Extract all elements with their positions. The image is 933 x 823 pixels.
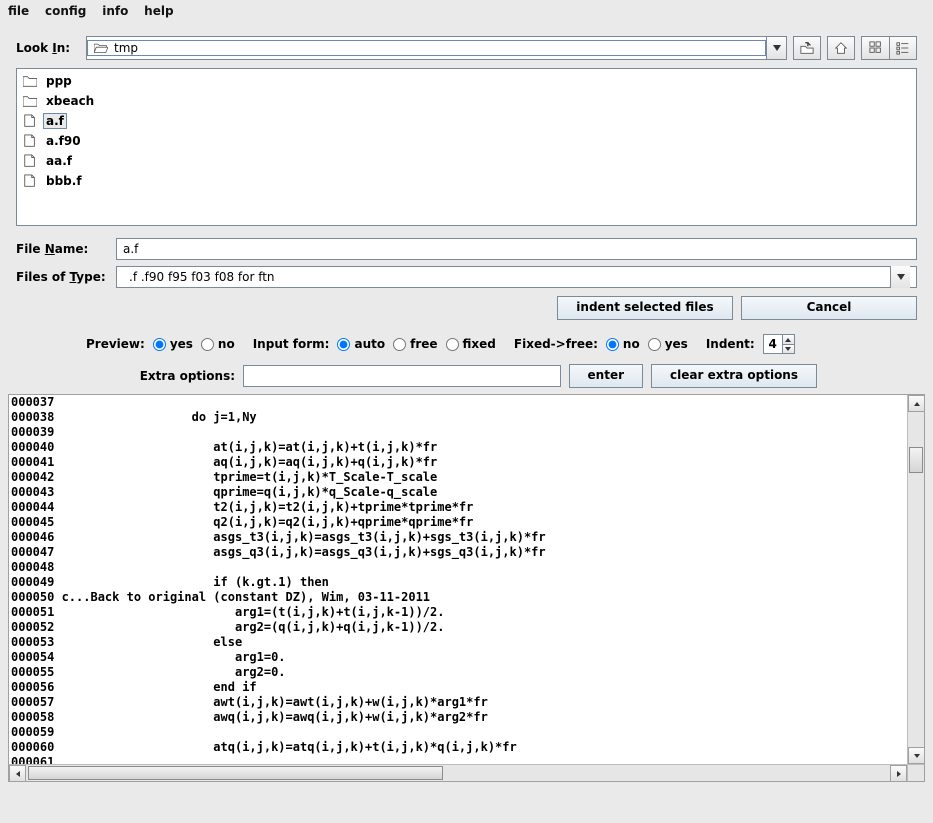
chevron-down-icon: [785, 347, 791, 351]
scroll-up-button[interactable]: [908, 395, 925, 412]
file-item[interactable]: bbb.f: [19, 171, 914, 191]
filetype-value: .f .f90 f95 f03 f08 for ftn: [123, 270, 890, 284]
folder-open-icon: [94, 41, 108, 55]
preview-no-radio[interactable]: no: [201, 337, 235, 351]
inputform-label: Input form:: [253, 337, 330, 351]
menu-file[interactable]: file: [4, 2, 37, 20]
extra-options-input[interactable]: [243, 365, 561, 387]
cancel-button[interactable]: Cancel: [741, 296, 917, 320]
file-list[interactable]: ppp xbeach a.f a.f90 aa.f bbb.f: [16, 68, 917, 226]
enter-button[interactable]: enter: [569, 364, 643, 388]
fixed2free-group: Fixed->free: no yes: [514, 337, 688, 351]
scroll-left-button[interactable]: [9, 765, 26, 782]
file-icon: [23, 114, 37, 128]
home-button[interactable]: [827, 36, 855, 60]
indent-up-button[interactable]: [782, 335, 794, 344]
chevron-down-icon: [773, 45, 781, 51]
inputform-auto-radio[interactable]: auto: [337, 337, 385, 351]
lookin-dropdown-button[interactable]: [766, 37, 786, 59]
icons-view-button[interactable]: [861, 36, 889, 60]
file-item[interactable]: a.f90: [19, 131, 914, 151]
chevron-up-icon: [785, 338, 791, 342]
fixed2free-no-radio[interactable]: no: [606, 337, 640, 351]
indent-selected-button[interactable]: indent selected files: [557, 296, 733, 320]
file-item-label: ppp: [43, 73, 75, 89]
scroll-right-button[interactable]: [890, 765, 907, 782]
clear-extra-button[interactable]: clear extra options: [651, 364, 817, 388]
file-item-label: aa.f: [43, 153, 75, 169]
file-item-label: bbb.f: [43, 173, 85, 189]
folder-up-icon: [800, 41, 814, 55]
extra-options-label: Extra options:: [116, 369, 235, 383]
inputform-fixed-radio[interactable]: fixed: [446, 337, 496, 351]
filetype-label: Files of Type:: [16, 270, 116, 284]
home-icon: [834, 41, 848, 55]
file-item[interactable]: ppp: [19, 71, 914, 91]
indent-label: Indent:: [706, 337, 755, 351]
preview-label: Preview:: [86, 337, 145, 351]
chevron-up-icon: [914, 402, 920, 406]
preview-yes-radio[interactable]: yes: [153, 337, 193, 351]
file-item-label: xbeach: [43, 93, 97, 109]
file-item[interactable]: aa.f: [19, 151, 914, 171]
file-chooser: Look In: tmp pppxbea: [0, 20, 933, 394]
code-preview-pane: 000037 000038 do j=1,Ny 000039 000040 at…: [8, 394, 925, 782]
fixed2free-label: Fixed->free:: [514, 337, 598, 351]
lookin-combo[interactable]: tmp: [86, 36, 787, 60]
file-item-label: a.f90: [43, 133, 84, 149]
horizontal-scrollbar[interactable]: [9, 764, 907, 781]
scroll-corner: [907, 764, 924, 781]
file-item[interactable]: xbeach: [19, 91, 914, 111]
vertical-scroll-thumb[interactable]: [909, 447, 923, 473]
indent-group: Indent: 4: [706, 334, 795, 354]
menu-config[interactable]: config: [41, 2, 94, 20]
filename-input[interactable]: [116, 238, 917, 260]
chevron-right-icon: [897, 771, 901, 777]
filename-label: File Name:: [16, 242, 116, 256]
preview-group: Preview: yes no: [86, 337, 235, 351]
details-view-button[interactable]: [889, 36, 917, 60]
menu-help[interactable]: help: [140, 2, 181, 20]
list-icon: [896, 41, 910, 55]
file-icon: [23, 154, 37, 168]
folder-icon: [23, 74, 37, 88]
fixed2free-yes-radio[interactable]: yes: [648, 337, 688, 351]
menubar: file config info help: [0, 0, 933, 20]
indent-down-button[interactable]: [782, 344, 794, 353]
menu-info[interactable]: info: [98, 2, 136, 20]
vertical-scrollbar[interactable]: [907, 395, 924, 764]
scroll-down-button[interactable]: [908, 747, 925, 764]
filetype-dropdown-button[interactable]: [890, 266, 910, 288]
file-item[interactable]: a.f: [19, 111, 914, 131]
code-preview[interactable]: 000037 000038 do j=1,Ny 000039 000040 at…: [9, 395, 924, 781]
file-icon: [23, 174, 37, 188]
lookin-value: tmp: [114, 41, 138, 55]
up-one-level-button[interactable]: [793, 36, 821, 60]
filetype-combo[interactable]: .f .f90 f95 f03 f08 for ftn: [116, 266, 917, 288]
grid-icon: [869, 41, 883, 55]
chevron-down-icon: [897, 274, 905, 280]
indent-value: 4: [764, 337, 782, 351]
lookin-label: Look In:: [16, 41, 86, 55]
file-item-label: a.f: [43, 113, 67, 129]
folder-icon: [23, 94, 37, 108]
file-icon: [23, 134, 37, 148]
inputform-group: Input form: auto free fixed: [253, 337, 496, 351]
horizontal-scroll-thumb[interactable]: [28, 766, 443, 780]
chevron-left-icon: [16, 771, 20, 777]
chevron-down-icon: [914, 754, 920, 758]
inputform-free-radio[interactable]: free: [393, 337, 437, 351]
indent-spinner[interactable]: 4: [763, 334, 795, 354]
